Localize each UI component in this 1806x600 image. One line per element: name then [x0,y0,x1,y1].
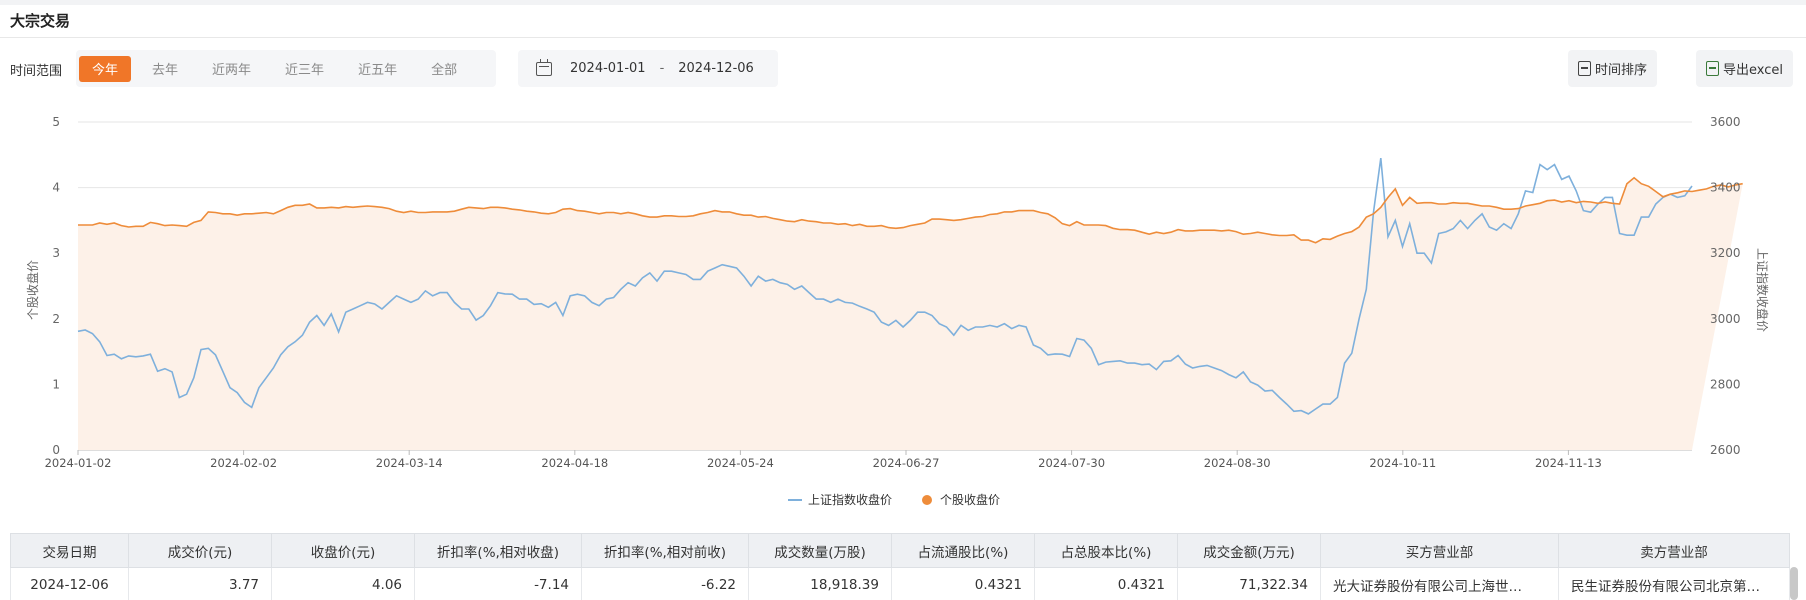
cell-seller[interactable]: 民生证券股份有限公司北京第… [1558,567,1790,600]
left-axis-ticks: 0 1 2 3 4 5 [52,115,60,457]
col-trade-price: 成交价(元) [128,533,272,568]
cell-total-ratio: 0.4321 [1034,567,1178,600]
col-close-price: 收盘价(元) [271,533,415,568]
sort-by-time-button[interactable]: 时间排序 [1568,50,1658,87]
left-tick-label: 1 [52,377,60,391]
table-row[interactable]: 2024-12-06 3.77 4.06 -7.14 -6.22 18,918.… [10,567,1790,600]
col-discount-prev: 折扣率(%,相对前收) [581,533,749,568]
export-label: 导出excel [1723,63,1783,78]
right-tick-label: 3000 [1710,312,1741,326]
right-tick-label: 2600 [1710,443,1741,457]
left-tick-label: 4 [52,181,60,195]
cell-float-ratio: 0.4321 [891,567,1035,600]
x-tick-label: 2024-02-02 [210,456,277,470]
section-title: 大宗交易 [10,12,71,30]
col-buyer: 买方营业部 [1320,533,1559,568]
x-tick-label: 2024-01-02 [45,456,112,470]
date-separator: - [659,61,665,76]
title-divider [0,37,1806,38]
legend-stock-label[interactable]: 个股收盘价 [940,492,1000,507]
cell-amount: 71,322.34 [1177,567,1321,600]
chart-legend[interactable]: 上证指数收盘价 个股收盘价 [788,492,1000,507]
left-tick-label: 3 [52,246,60,260]
col-discount-close: 折扣率(%,相对收盘) [414,533,582,568]
stock-area-fill [78,177,1743,451]
x-axis-ticks: 2024-01-02 2024-02-02 2024-03-14 2024-04-18… [45,450,1602,470]
x-tick-label: 2024-03-14 [376,456,443,470]
col-seller: 卖方营业部 [1558,533,1790,568]
right-axis-label: 上证指数收盘价 [1755,248,1770,332]
table-header-row: 交易日期 成交价(元) 收盘价(元) 折扣率(%,相对收盘) 折扣率(%,相对前… [10,533,1790,568]
export-excel-button[interactable]: 导出excel [1696,50,1793,87]
range-three-years-button[interactable]: 近三年 [272,56,337,82]
x-tick-label: 2024-05-24 [707,456,774,470]
range-last-year-button[interactable]: 去年 [139,56,191,82]
range-two-years-button[interactable]: 近两年 [199,56,264,82]
cell-trade-price: 3.77 [128,567,272,600]
cell-buyer[interactable]: 光大证券股份有限公司上海世… [1320,567,1559,600]
excel-icon [1706,61,1719,76]
right-tick-label: 3600 [1710,115,1741,129]
col-amount: 成交金额(万元) [1177,533,1321,568]
legend-stock-swatch [922,495,932,505]
sort-label: 时间排序 [1595,63,1648,78]
left-axis-label: 个股收盘价 [25,260,40,320]
time-range-selector: 今年 去年 近两年 近三年 近五年 全部 [76,50,496,87]
right-tick-label: 3200 [1710,246,1741,260]
x-tick-label: 2024-04-18 [541,456,608,470]
price-chart: 0 1 2 3 4 5 2600 2800 3000 3200 3400 3600 2024-01-… [25,115,1770,507]
date-range-picker[interactable]: 2024-01-01 - 2024-12-06 [518,50,778,87]
time-range-label: 时间范围 [10,64,63,79]
col-volume: 成交数量(万股) [748,533,892,568]
cell-discount-prev: -6.22 [581,567,749,600]
range-five-years-button[interactable]: 近五年 [345,56,410,82]
x-tick-label: 2024-06-27 [873,456,940,470]
x-tick-label: 2024-08-30 [1204,456,1271,470]
calendar-icon [536,58,552,76]
col-trade-date: 交易日期 [10,533,129,568]
cell-close-price: 4.06 [271,567,415,600]
date-start[interactable]: 2024-01-01 [570,61,646,76]
top-strip [0,0,1806,5]
col-float-ratio: 占流通股比(%) [891,533,1035,568]
table-scrollbar[interactable] [1790,567,1798,600]
legend-index-label[interactable]: 上证指数收盘价 [808,492,892,507]
stock-area [78,177,1743,451]
col-total-ratio: 占总股本比(%) [1034,533,1178,568]
right-tick-label: 2800 [1710,377,1741,391]
right-tick-label: 3400 [1710,181,1741,195]
cell-volume: 18,918.39 [748,567,892,600]
x-tick-label: 2024-10-11 [1369,456,1436,470]
sort-icon [1578,61,1591,76]
cell-date: 2024-12-06 [10,567,129,600]
left-tick-label: 0 [52,443,60,457]
left-tick-label: 5 [52,115,60,129]
date-end[interactable]: 2024-12-06 [678,61,754,76]
cell-discount-close: -7.14 [414,567,582,600]
range-all-button[interactable]: 全部 [418,56,470,82]
range-this-year-button[interactable]: 今年 [79,55,132,82]
left-tick-label: 2 [52,312,60,326]
x-tick-label: 2024-07-30 [1038,456,1105,470]
x-tick-label: 2024-11-13 [1535,456,1602,470]
block-trade-table: 交易日期 成交价(元) 收盘价(元) 折扣率(%,相对收盘) 折扣率(%,相对前… [10,533,1790,600]
